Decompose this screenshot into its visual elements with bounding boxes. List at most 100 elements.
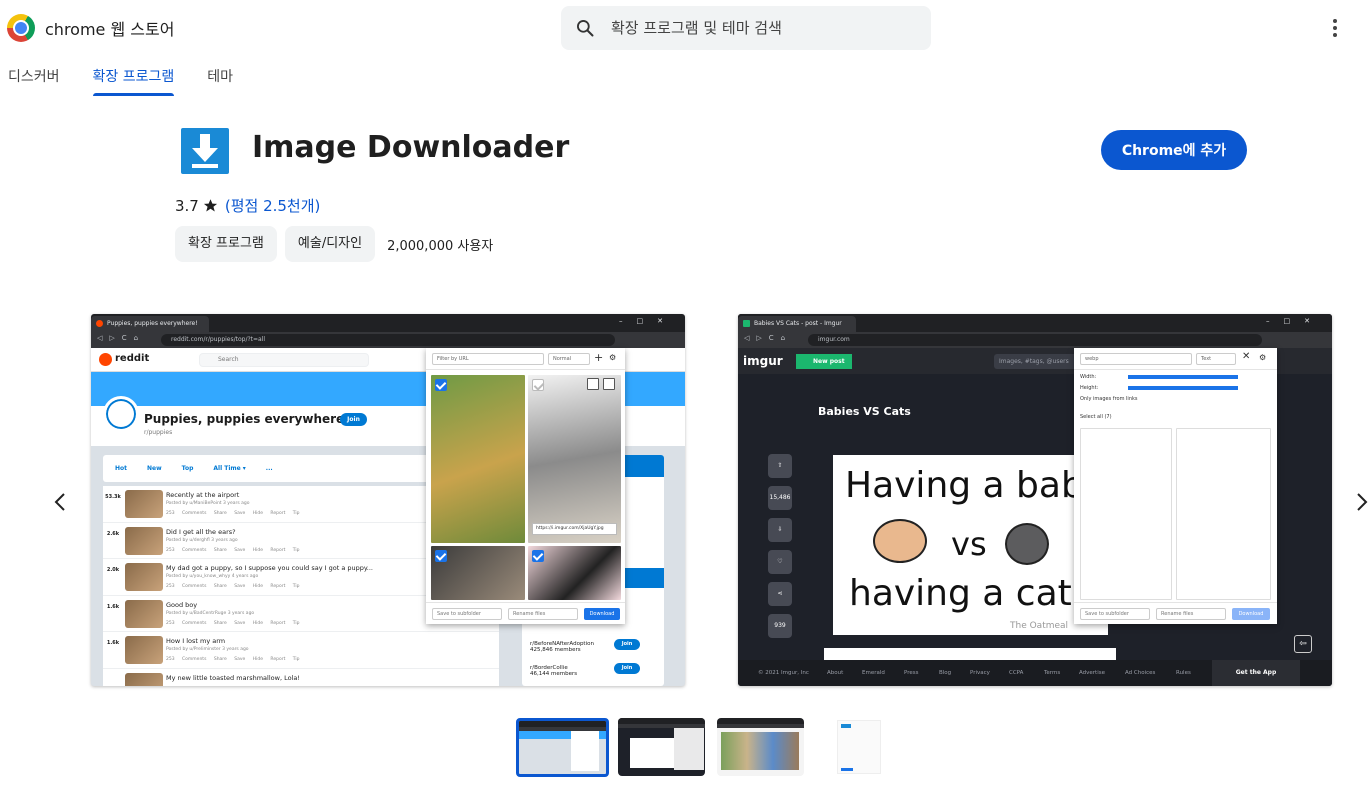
browser-tab-strip: Babies VS Cats - post - Imgur –□✕ [738,314,1332,332]
chip-extensions[interactable]: 확장 프로그램 [175,226,277,262]
comic-thumb-1 [1080,428,1172,600]
downloader-popup: Filter by URL Normal + ⚙ https://i.imgur… [426,348,625,624]
post-thumbnail [125,599,163,628]
footer-link: Emerald [862,670,885,676]
browser-tab: Puppies, puppies everywhere! [91,316,209,332]
window-controls: –□✕ [619,317,677,325]
post-thumbnail [125,526,163,555]
post-title: Good boy [166,600,198,609]
baby-drawing [873,519,927,563]
post-meta: Posted by u/BadCentrRuge 3 years ago [166,610,255,616]
subreddit-title: Puppies, puppies everywhere! r/puppies [144,412,350,436]
filter-mode: Normal [548,353,590,365]
tab-themes[interactable]: 테마 [207,62,233,96]
filter-input: webp [1080,353,1192,365]
comic-thumb-2 [1176,428,1271,600]
downvote-icon: ⇩ [768,518,792,542]
share-icon: ⋖ [768,582,792,606]
imgur-logo: imgur [743,354,783,368]
sort-hot: Hot [115,465,128,472]
thumbnail-4[interactable] [817,718,901,776]
list-item: 1.6k How I lost my arm Posted by u/Preli… [103,632,499,669]
close-icon: ✕ [1242,351,1251,362]
chip-art-design[interactable]: 예술/디자인 [284,226,376,262]
post-meta: Posted by u/ManiBePoint 3 years ago [166,501,250,506]
sidebar-community: r/BorderCollie 46,144 members Join [530,663,640,677]
vote-count: 15,486 [768,486,792,510]
tab-discover[interactable]: 디스커버 [8,62,60,96]
post-actions: 253 Comments Share Save Hide Report Tip [166,657,300,662]
address-url: imgur.com [808,334,1262,346]
screenshot-reddit[interactable]: Puppies, puppies everywhere! –□✕ ◁▷C⌂ re… [91,314,685,686]
more-options-icon[interactable] [1325,16,1345,40]
carousel-prev-icon[interactable] [48,488,72,516]
list-item: My new little toasted marshmallow, Lola! [103,669,499,686]
comic-line-2: vs [951,525,987,563]
browser-tab: Babies VS Cats - post - Imgur [738,316,856,332]
community-join-button: Join [614,639,640,650]
thumbnail-1[interactable] [516,718,609,777]
top-bar: chrome 웹 스토어 [0,0,1369,56]
browser-tab-strip: Puppies, puppies everywhere! –□✕ [91,314,685,332]
get-app-button: Get the App [1212,660,1300,686]
ratings-count-link[interactable]: (평점 2.5천개) [225,195,321,216]
imgur-new-post: New post [796,354,852,369]
image-url-chip: https://i.imgur.com/XjaUgY.jpg [532,523,617,535]
checkbox-checked-icon [435,379,447,391]
footer-link: Ad Choices [1125,670,1156,676]
screenshot-thumbnails [0,718,1369,778]
reddit-search: Search [199,353,369,367]
post-votes: 53.3k [105,494,121,500]
filter-mode: Text [1196,353,1236,365]
search-box[interactable] [561,6,931,50]
comic-line-1: Having a baby [845,465,1106,506]
footer-link: Privacy [970,670,990,676]
footer-link: Advertise [1079,670,1105,676]
only-links-option: Only images from links [1080,396,1138,402]
community-join-button: Join [614,663,640,674]
popup-download-button: Download [1232,608,1270,620]
popup-download-button: Download [584,608,620,620]
reddit-logo: reddit [99,353,149,366]
search-input[interactable] [611,19,911,37]
sort-new: New [147,465,162,472]
chrome-logo-icon [7,14,35,42]
checkbox-checked-icon [532,550,544,562]
address-bar: ◁▷C⌂ reddit.com/r/puppies/top/?t=all [91,332,685,348]
post-thumbnail [125,636,163,664]
post-actions: 253 Comments Share Save Hide Report Tip [166,511,300,516]
post-title: Recently at the airport [166,491,240,499]
post-votes: 2.6k [106,530,120,537]
screenshot-imgur[interactable]: Babies VS Cats - post - Imgur –□✕ ◁▷C⌂ i… [738,314,1332,686]
height-label: Height: [1080,385,1099,391]
width-label: Width: [1080,374,1097,380]
browser-nav-icons: ◁▷C⌂ [97,334,146,342]
popup-toolbar: Filter by URL Normal + ⚙ [426,348,625,370]
footer-link: CCPA [1009,670,1024,676]
browser-nav-icons: ◁▷C⌂ [744,334,793,342]
footer-copyright: © 2021 Imgur, Inc [758,670,809,676]
popup-toolbar: webp Text ✕ ⚙ [1074,348,1277,370]
community-members: 46,144 members [530,671,578,677]
comic-line-3: having a cat [849,573,1072,614]
subreddit-title-text: Puppies, puppies everywhere! [144,412,350,426]
imgur-vote-column: ⇧ 15,486 ⇩ ♡ ⋖ 939 [768,454,792,654]
footer-link: Terms [1044,670,1061,676]
user-count: 2,000,000 사용자 [387,238,494,254]
gear-icon: ⚙ [1259,353,1267,362]
carousel-next-icon[interactable] [1350,488,1369,516]
post-thumbnail [125,563,163,591]
add-to-chrome-button[interactable]: Chrome에 추가 [1101,130,1247,170]
extension-title: Image Downloader [252,130,570,165]
store-brand[interactable]: chrome 웹 스토어 [7,14,174,42]
post-meta: Posted by u/you_know_whyy 4 years ago [166,574,259,579]
thumbnail-2[interactable] [618,718,705,776]
plus-icon: + [594,351,604,364]
nav-tabs: 디스커버 확장 프로그램 테마 [8,62,233,96]
tab-extensions[interactable]: 확장 프로그램 [92,62,174,96]
thumbnail-3[interactable] [717,718,804,776]
store-brand-label: chrome 웹 스토어 [45,20,175,39]
rating-row: 3.7 (평점 2.5천개) [175,195,320,216]
popup-footer: Save to subfolder Rename files Download [426,602,625,624]
gear-icon: ⚙ [609,353,617,362]
